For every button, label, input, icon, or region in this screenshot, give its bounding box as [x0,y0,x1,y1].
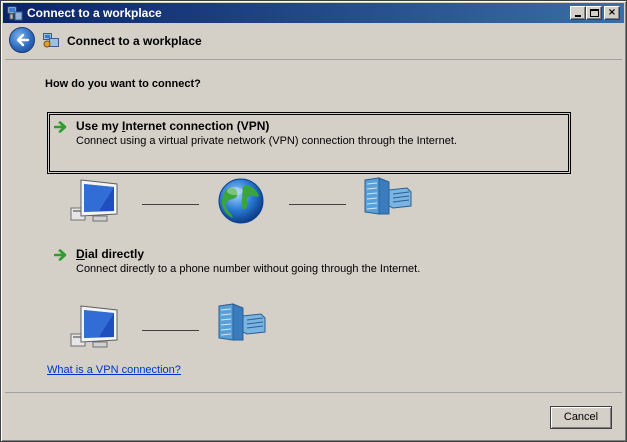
vpn-help-link[interactable]: What is a VPN connection? [47,364,181,376]
option-dial[interactable]: Dial directly Connect directly to a phon… [47,240,571,278]
option-vpn-description: Connect using a virtual private network … [76,135,457,147]
maximize-button[interactable] [586,6,602,20]
option-dial-title-post: ial directly [84,247,145,261]
option-vpn-title-pre: Use my [76,119,123,133]
option-vpn[interactable]: Use my Internet connection (VPN) Connect… [47,112,571,174]
minimize-icon [575,15,581,17]
connector-line [142,204,199,205]
connector-line [142,330,199,331]
server-icon [218,303,266,341]
option-vpn-title-post: nternet connection (VPN) [125,119,270,133]
window-title: Connect to a workplace [27,6,162,20]
server-icon [364,177,412,215]
globe-icon [218,178,264,224]
close-button[interactable]: × [604,6,620,20]
green-arrow-icon [54,121,67,133]
wizard-header: Connect to a workplace [3,25,624,57]
back-arrow-icon [16,33,30,47]
computer-icon [70,305,118,348]
question-heading: How do you want to connect? [45,78,201,90]
dialog-window: Connect to a workplace × Connect to a wo… [0,0,627,442]
option-dial-title-accel: D [76,247,85,261]
cancel-button[interactable]: Cancel [550,406,612,429]
option-dial-description: Connect directly to a phone number witho… [76,263,421,275]
title-bar[interactable]: Connect to a workplace × [3,3,624,23]
maximize-icon [589,9,599,17]
green-arrow-icon [54,249,67,261]
back-button[interactable] [9,27,35,53]
connector-line [289,204,346,205]
close-icon: × [607,7,617,18]
network-wizard-icon [43,33,59,48]
content-panel: How do you want to connect? Use my Inter… [5,59,622,393]
option-vpn-title: Use my Internet connection (VPN) [76,119,269,133]
computer-icon [70,179,118,222]
minimize-button[interactable] [570,6,586,20]
wizard-title: Connect to a workplace [67,34,202,48]
option-dial-title: Dial directly [76,247,144,261]
network-app-icon [7,6,23,21]
